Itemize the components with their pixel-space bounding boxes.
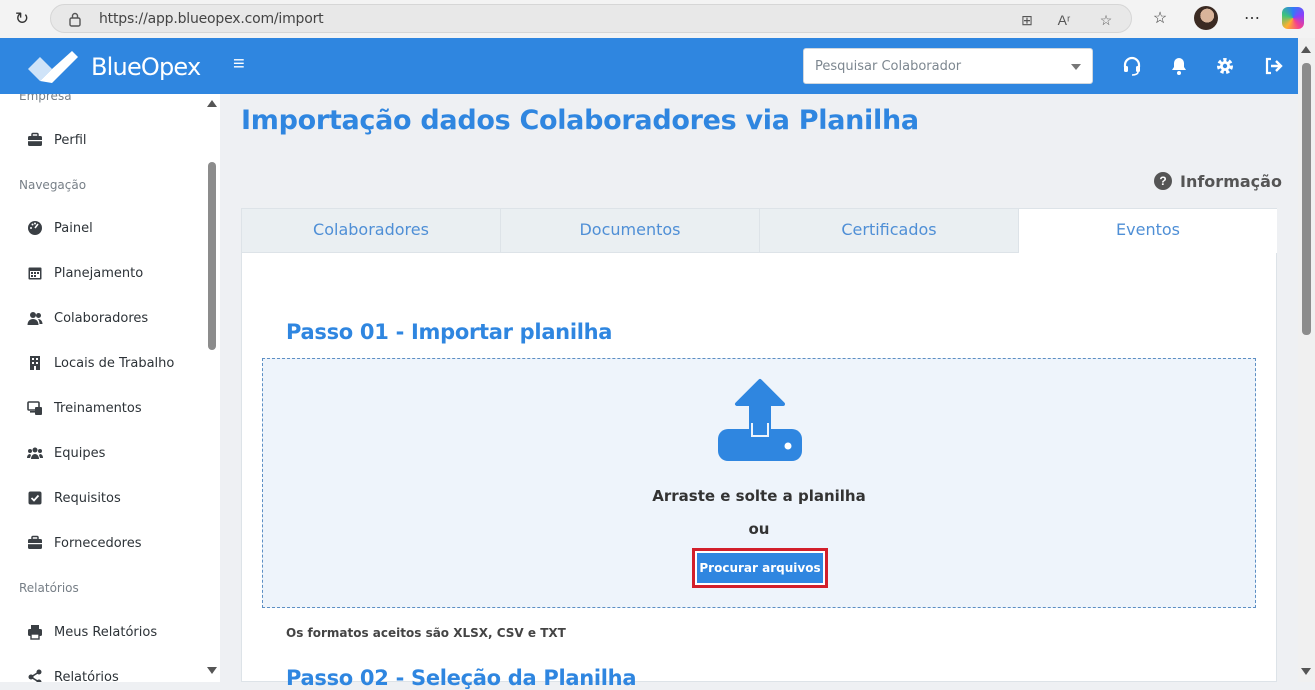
team-icon: [27, 447, 43, 459]
upload-icon: [718, 379, 802, 461]
sidebar-section-navegacao: Navegação: [19, 178, 87, 192]
read-aloud-icon[interactable]: Aʳ: [1055, 11, 1073, 29]
accepted-formats-note: Os formatos aceitos são XLSX, CSV e TXT: [286, 626, 566, 640]
browser-toolbar: ↻ https://app.blueopex.com/import ⊞ Aʳ ☆…: [0, 0, 1315, 38]
sidebar-item-label: Requisitos: [54, 491, 121, 506]
sidebar-item-equipes[interactable]: Equipes: [0, 433, 205, 473]
question-circle-icon: ?: [1154, 172, 1172, 190]
sidebar-scrollbar[interactable]: [205, 94, 220, 682]
sidebar-item-treinamentos[interactable]: Treinamentos: [0, 388, 205, 428]
sidebar-item-planejamento[interactable]: Planejamento: [0, 253, 205, 293]
briefcase-icon: [28, 132, 42, 146]
sidebar-item-meus-relatorios[interactable]: Meus Relatórios: [0, 612, 205, 652]
training-icon: [27, 401, 42, 415]
share-icon: [28, 669, 42, 682]
sidebar-item-painel[interactable]: Painel: [0, 208, 205, 248]
sidebar-scroll-thumb[interactable]: [208, 162, 216, 350]
checkbox-icon: [28, 491, 42, 505]
sidebar-item-requisitos[interactable]: Requisitos: [0, 478, 205, 518]
sidebar-item-fornecedores[interactable]: Fornecedores: [0, 523, 205, 563]
dropzone-or-text: ou: [748, 520, 770, 538]
scroll-down-arrow-icon[interactable]: [1301, 668, 1311, 675]
tab-colaboradores[interactable]: Colaboradores: [242, 209, 501, 253]
favorite-star-icon[interactable]: ☆: [1097, 11, 1115, 29]
app-grid-icon[interactable]: ⊞: [1018, 11, 1036, 29]
sidebar-item-label: Painel: [54, 221, 93, 236]
sidebar-item-label: Treinamentos: [54, 401, 142, 416]
info-label: Informação: [1180, 172, 1282, 191]
logout-icon[interactable]: [1263, 56, 1283, 76]
file-dropzone[interactable]: Arraste e solte a planilha ou Procurar a…: [262, 358, 1256, 608]
favorites-icon[interactable]: ☆: [1149, 8, 1171, 30]
gear-settings-icon[interactable]: [1215, 56, 1235, 76]
blueopex-logo-icon[interactable]: [26, 49, 78, 83]
lock-icon[interactable]: [68, 11, 82, 27]
address-bar[interactable]: https://app.blueopex.com/import ⊞ Aʳ ☆: [50, 4, 1132, 33]
sidebar-item-label: Equipes: [54, 446, 106, 461]
main-scrollbar[interactable]: [1298, 38, 1315, 682]
building-icon: [30, 356, 40, 370]
sidebar-item-label: Meus Relatórios: [54, 625, 158, 640]
scroll-down-arrow-icon[interactable]: [207, 667, 217, 674]
search-collaborator-select[interactable]: Pesquisar Colaborador: [803, 48, 1093, 84]
sidebar-section-empresa: Empresa: [19, 94, 72, 103]
main-scroll-thumb[interactable]: [1302, 63, 1311, 335]
more-options-icon[interactable]: ⋯: [1241, 8, 1263, 30]
step2-title: Passo 02 - Seleção da Planilha: [286, 666, 637, 690]
tab-documentos[interactable]: Documentos: [501, 209, 760, 253]
sidebar-item-label: Fornecedores: [54, 536, 142, 551]
logo-text[interactable]: BlueOpex: [91, 53, 201, 81]
sidebar: Empresa Perfil Navegação Painel Planejam…: [0, 94, 220, 682]
headset-support-icon[interactable]: [1122, 56, 1142, 76]
reload-icon[interactable]: ↻: [10, 7, 34, 31]
copilot-icon[interactable]: [1282, 7, 1304, 29]
tab-certificados[interactable]: Certificados: [760, 209, 1019, 253]
sidebar-item-label: Perfil: [54, 133, 87, 148]
scroll-up-arrow-icon[interactable]: [207, 100, 217, 107]
import-panel: Colaboradores Documentos Certificados Ev…: [241, 208, 1277, 690]
calendar-icon: [28, 267, 42, 280]
browse-files-button-highlight[interactable]: Procurar arquivos: [692, 548, 828, 588]
scroll-up-arrow-icon[interactable]: [1301, 46, 1311, 53]
sidebar-item-label: Locais de Trabalho: [54, 356, 175, 371]
page-title: Importação dados Colaboradores via Plani…: [241, 105, 919, 136]
sidebar-item-colaboradores[interactable]: Colaboradores: [0, 298, 205, 338]
sidebar-item-locais-de-trabalho[interactable]: Locais de Trabalho: [0, 343, 205, 383]
sidebar-item-label: Relatórios: [54, 670, 119, 682]
chevron-down-icon: [1071, 64, 1081, 70]
dropzone-text: Arraste e solte a planilha: [652, 487, 866, 505]
printer-icon: [28, 625, 42, 640]
sidebar-section-relatorios: Relatórios: [19, 581, 79, 595]
sidebar-item-label: Planejamento: [54, 266, 144, 281]
briefcase-icon: [28, 535, 42, 549]
search-placeholder: Pesquisar Colaborador: [815, 59, 962, 74]
hamburger-menu-icon[interactable]: ≡: [233, 53, 255, 75]
tab-eventos[interactable]: Eventos: [1019, 209, 1277, 253]
sidebar-item-perfil[interactable]: Perfil: [0, 120, 205, 160]
users-icon: [27, 312, 43, 325]
app-header: BlueOpex ≡ Pesquisar Colaborador: [0, 38, 1298, 94]
browse-files-button[interactable]: Procurar arquivos: [697, 553, 823, 583]
sidebar-item-relatorios[interactable]: Relatórios: [0, 657, 205, 682]
step1-title: Passo 01 - Importar planilha: [286, 320, 613, 344]
sidebar-item-label: Colaboradores: [54, 311, 149, 326]
url-text[interactable]: https://app.blueopex.com/import: [99, 11, 324, 27]
dashboard-icon: [28, 221, 42, 235]
profile-avatar[interactable]: [1194, 6, 1218, 30]
bell-notification-icon[interactable]: [1169, 56, 1189, 76]
